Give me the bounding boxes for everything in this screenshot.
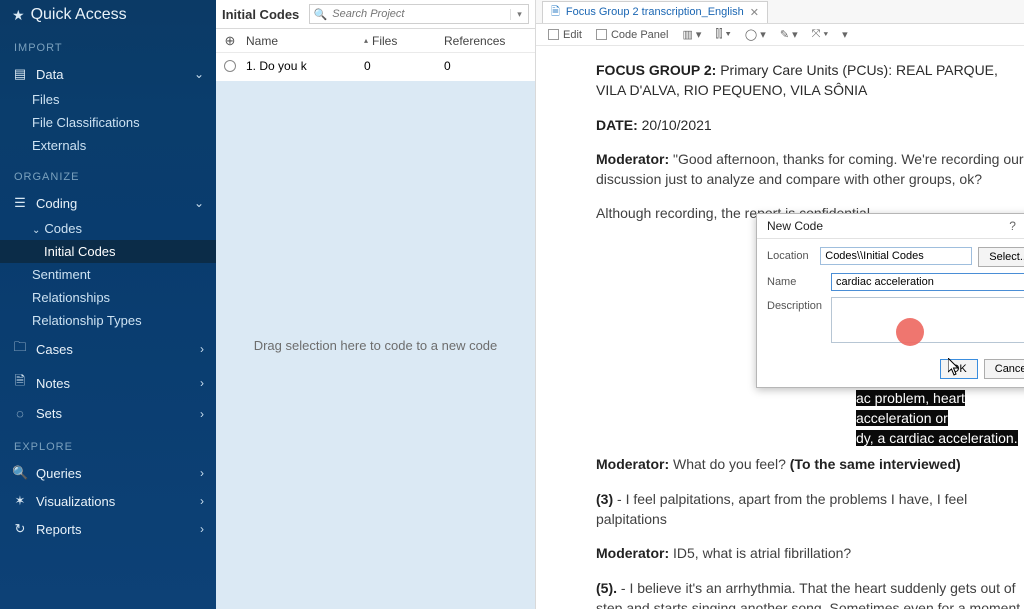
location-label: Location bbox=[767, 247, 814, 262]
sort-caret-icon: ▴ bbox=[364, 36, 368, 45]
sidebar-item-data[interactable]: ▤Data ⌄ bbox=[0, 60, 216, 88]
explore-section-label: EXPLORE bbox=[0, 427, 216, 459]
notes-icon: 🗎 bbox=[12, 372, 28, 394]
recording-marker bbox=[896, 318, 924, 346]
sidebar-item-initial-codes[interactable]: Initial Codes bbox=[0, 240, 216, 263]
code-drop-zone[interactable]: Drag selection here to code to a new cod… bbox=[216, 81, 535, 609]
import-section-label: IMPORT bbox=[0, 28, 216, 60]
chevron-down-icon: ⌄ bbox=[194, 196, 204, 210]
sidebar-item-visualizations[interactable]: ✶Visualizations › bbox=[0, 487, 216, 515]
new-code-dialog: New Code ? ✕ Location Select... Name Des… bbox=[756, 213, 1024, 388]
table-row[interactable]: 1. Do you k 0 0 bbox=[216, 53, 535, 79]
sidebar-item-file-classifications[interactable]: File Classifications bbox=[0, 111, 216, 134]
star-icon: ★ bbox=[12, 7, 25, 24]
sidebar-item-externals[interactable]: Externals bbox=[0, 134, 216, 157]
description-label: Description bbox=[767, 297, 825, 312]
sidebar-item-relationships[interactable]: Relationships bbox=[0, 286, 216, 309]
cancel-button[interactable]: Cancel bbox=[984, 359, 1024, 379]
quick-access-label: Quick Access bbox=[31, 6, 127, 24]
description-input[interactable] bbox=[831, 297, 1024, 343]
sidebar-item-coding[interactable]: ☰Coding ⌄ bbox=[0, 189, 216, 217]
sidebar-item-reports[interactable]: ↻Reports › bbox=[0, 515, 216, 543]
toolbar-layout-icon[interactable]: ▥ ▾ bbox=[682, 28, 701, 41]
col-header-references[interactable]: References bbox=[444, 34, 535, 48]
name-label: Name bbox=[767, 273, 825, 288]
chevron-right-icon: › bbox=[200, 466, 204, 480]
location-input[interactable] bbox=[820, 247, 972, 265]
search-icon: 🔍 bbox=[12, 465, 28, 481]
chevron-down-icon: ⌄ bbox=[194, 67, 204, 81]
cursor-icon bbox=[948, 358, 960, 376]
visualizations-icon: ✶ bbox=[12, 493, 28, 509]
coding-icon: ☰ bbox=[12, 195, 28, 211]
toolbar-stripes-icon[interactable]: ⫿⫿ ▾ bbox=[715, 28, 730, 41]
codes-pane-title: Initial Codes bbox=[222, 7, 299, 22]
toolbar-link-icon[interactable]: ⤧ ▾ bbox=[812, 28, 828, 41]
tab-focus-group-2[interactable]: 🗎 Focus Group 2 transcription_English ✕ bbox=[542, 1, 768, 23]
codes-pane: Initial Codes 🔍 ▾ ⊕ Name ▴ Files Referenc… bbox=[216, 0, 536, 609]
sidebar-item-files[interactable]: Files bbox=[0, 88, 216, 111]
chevron-right-icon: › bbox=[200, 342, 204, 356]
sets-icon: ◌ bbox=[12, 406, 28, 421]
paragraph: (5). - I believe it's an arrhythmia. Tha… bbox=[596, 578, 1024, 609]
codes-grid-header: ⊕ Name ▴ Files References bbox=[216, 29, 535, 53]
chevron-right-icon: › bbox=[200, 522, 204, 536]
code-refs-cell: 0 bbox=[444, 59, 535, 73]
add-code-icon[interactable]: ⊕ bbox=[225, 33, 236, 49]
toolbar-highlight-icon[interactable]: ✎ ▾ bbox=[780, 28, 798, 41]
reports-icon: ↻ bbox=[12, 521, 28, 537]
document-icon: 🗎 bbox=[551, 3, 560, 22]
code-name-cell: 1. Do you k bbox=[244, 59, 364, 73]
dialog-title: New Code bbox=[767, 219, 823, 233]
paragraph: Moderator: What do you feel? (To the sam… bbox=[596, 454, 1024, 474]
sidebar-item-notes[interactable]: 🗎Notes › bbox=[0, 366, 216, 400]
sidebar-item-sentiment[interactable]: Sentiment bbox=[0, 263, 216, 286]
select-button[interactable]: Select... bbox=[978, 247, 1024, 267]
data-icon: ▤ bbox=[12, 66, 28, 82]
project-search[interactable]: 🔍 ▾ bbox=[309, 4, 529, 24]
toolbar-more-icon[interactable]: ▾ bbox=[842, 28, 848, 41]
toolbar-shape-icon[interactable]: ◯ ▾ bbox=[745, 28, 766, 41]
codepanel-toggle[interactable]: Code Panel bbox=[596, 29, 669, 41]
search-icon: 🔍 bbox=[310, 8, 330, 21]
chevron-right-icon: › bbox=[200, 407, 204, 421]
document-toolbar: Edit Code Panel ▥ ▾ ⫿⫿ ▾ ◯ ▾ ✎ ▾ ⤧ ▾ ▾ bbox=[536, 24, 1024, 46]
help-icon[interactable]: ? bbox=[1009, 219, 1016, 233]
search-input[interactable] bbox=[330, 5, 510, 23]
edit-toggle[interactable]: Edit bbox=[548, 29, 582, 41]
sidebar-item-codes[interactable]: ⌄Codes bbox=[0, 217, 216, 240]
fg-header: FOCUS GROUP 2: Primary Care Units (PCUs)… bbox=[596, 60, 1024, 101]
col-header-name[interactable]: Name bbox=[244, 34, 364, 48]
date-line: DATE: 20/10/2021 bbox=[596, 115, 1024, 135]
sidebar-item-sets[interactable]: ◌Sets › bbox=[0, 400, 216, 427]
close-icon[interactable]: ✕ bbox=[750, 6, 759, 19]
name-input[interactable] bbox=[831, 273, 1024, 291]
chevron-right-icon: › bbox=[200, 376, 204, 390]
sidebar: ★ Quick Access IMPORT ▤Data ⌄ Files File… bbox=[0, 0, 216, 609]
organize-section-label: ORGANIZE bbox=[0, 157, 216, 189]
paragraph: Moderator: "Good afternoon, thanks for c… bbox=[596, 149, 1024, 190]
paragraph: Moderator: ID5, what is atrial fibrillat… bbox=[596, 543, 1024, 563]
sidebar-item-queries[interactable]: 🔍Queries › bbox=[0, 459, 216, 487]
code-files-cell: 0 bbox=[364, 59, 444, 73]
cases-icon: 🗀 bbox=[12, 338, 28, 360]
chevron-down-icon[interactable]: ▾ bbox=[510, 9, 528, 20]
chevron-right-icon: › bbox=[200, 494, 204, 508]
document-tabs: 🗎 Focus Group 2 transcription_English ✕ bbox=[536, 0, 1024, 24]
paragraph: (3) - I feel palpitations, apart from th… bbox=[596, 489, 1024, 530]
radio-icon[interactable] bbox=[224, 60, 236, 72]
quick-access-header[interactable]: ★ Quick Access bbox=[0, 0, 216, 28]
sidebar-item-cases[interactable]: 🗀Cases › bbox=[0, 332, 216, 366]
sidebar-item-relationship-types[interactable]: Relationship Types bbox=[0, 309, 216, 332]
col-header-files[interactable]: Files bbox=[372, 34, 397, 48]
